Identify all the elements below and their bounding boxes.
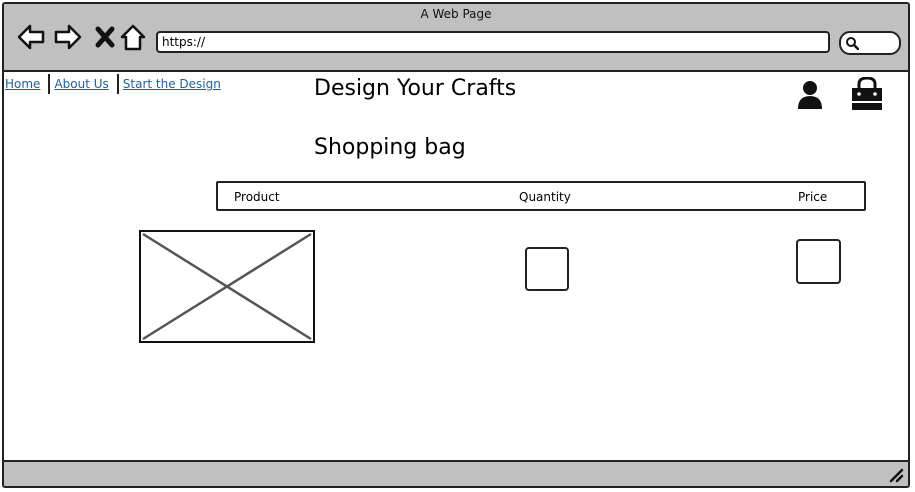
page-title: Shopping bag	[314, 135, 466, 160]
close-icon[interactable]	[90, 22, 120, 52]
search-button[interactable]	[839, 31, 901, 55]
column-header-quantity: Quantity	[519, 190, 571, 204]
back-arrow-icon[interactable]	[16, 22, 46, 52]
nav-home-link[interactable]: Home	[4, 74, 51, 94]
forward-arrow-icon[interactable]	[53, 22, 83, 52]
search-icon	[846, 37, 859, 50]
user-icon[interactable]	[796, 80, 824, 110]
shopping-bag-icon[interactable]	[849, 77, 885, 111]
brand-title: Design Your Crafts	[314, 76, 517, 101]
browser-window: A Web Page https:// Home About Us Start …	[2, 2, 910, 488]
window-title: A Web Page	[420, 7, 492, 21]
nav-start-design-link[interactable]: Start the Design	[119, 74, 229, 94]
address-bar[interactable]: https://	[156, 31, 830, 53]
nav-about-link[interactable]: About Us	[50, 74, 119, 94]
status-bar	[4, 460, 908, 486]
product-image-placeholder	[139, 230, 315, 343]
column-header-product: Product	[234, 190, 280, 204]
column-header-price: Price	[798, 190, 828, 204]
price-field	[796, 239, 841, 284]
table-header: Product Quantity Price	[216, 181, 866, 211]
nav-links: Home About Us Start the Design	[4, 74, 229, 94]
resize-grip-icon[interactable]	[888, 467, 904, 483]
home-icon[interactable]	[118, 22, 148, 52]
browser-toolbar: A Web Page https://	[4, 4, 908, 72]
quantity-field[interactable]	[525, 247, 569, 291]
